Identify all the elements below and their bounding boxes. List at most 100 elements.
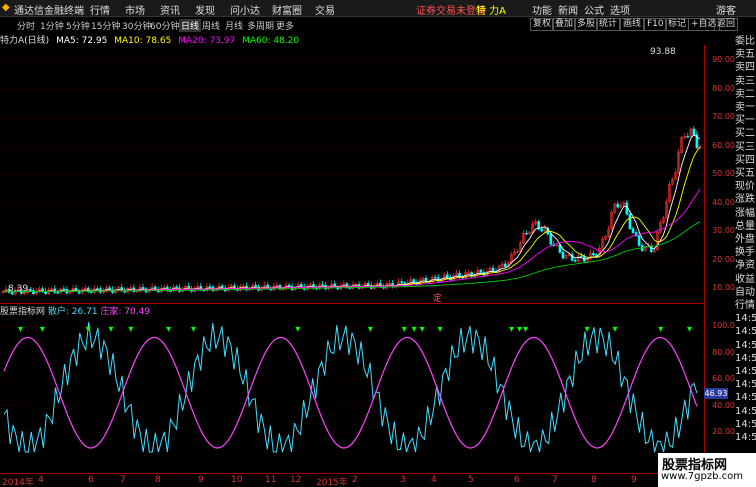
tool-back[interactable]: 返回 xyxy=(714,18,739,31)
candle xyxy=(412,279,416,283)
top-menu-bar: ◆ 通达信金融终端 行情 市场 资讯 发现 问小达 财富圈 交易 证券交易未登录… xyxy=(0,0,756,17)
candle xyxy=(579,255,583,258)
x-tick-label: 6 xyxy=(514,475,520,485)
candle xyxy=(491,267,495,272)
quote-panel-row: 14:5 xyxy=(735,432,756,443)
watermark-url: www.7gpzb.com xyxy=(661,471,743,482)
menu-formula[interactable]: 公式 xyxy=(584,2,604,17)
tf-more[interactable]: 更多 xyxy=(276,19,294,32)
quote-panel-row: 收益 xyxy=(735,273,755,285)
menu-news-right[interactable]: 新闻 xyxy=(558,2,578,17)
candle xyxy=(592,252,595,256)
x-tick-label: 2 xyxy=(352,475,358,485)
candle xyxy=(400,281,403,284)
quote-panel-row: 卖四 xyxy=(735,62,755,74)
tf-monthly[interactable]: 月线 xyxy=(225,19,243,32)
quote-panel-row: 净资 xyxy=(735,260,755,272)
tool-draw[interactable]: 画线 xyxy=(620,18,645,31)
indicator-tick-label: 80.00 xyxy=(712,347,735,357)
quote-panel-row: 14:5 xyxy=(735,418,756,430)
tf-5min[interactable]: 5分钟 xyxy=(66,19,90,32)
quote-panel-row: 行情 xyxy=(735,300,755,311)
candle xyxy=(141,287,145,290)
quote-panel-row: 14:5 xyxy=(735,352,756,364)
user-label[interactable]: 游客 xyxy=(716,2,736,17)
candle xyxy=(549,233,553,245)
menu-discover[interactable]: 发现 xyxy=(195,2,215,17)
menu-news[interactable]: 资讯 xyxy=(160,2,180,17)
x-tick-label: 6 xyxy=(88,475,94,485)
tool-adjust[interactable]: 复权 xyxy=(530,18,555,31)
indicator-tick-label: 40.00 xyxy=(712,400,735,410)
low-price-label: 8.39 xyxy=(8,284,28,294)
candle xyxy=(62,288,66,291)
menu-ask[interactable]: 问小达 xyxy=(230,2,260,17)
menu-wealth[interactable]: 财富圈 xyxy=(272,2,302,17)
tf-1min[interactable]: 1分钟 xyxy=(40,19,64,32)
price-tick-label: 40.00 xyxy=(712,197,735,207)
quote-panel-row: 涨跌 xyxy=(735,194,755,206)
tf-weekly[interactable]: 周线 xyxy=(202,19,220,32)
quote-panel-row: 卖一 xyxy=(735,102,755,113)
candle xyxy=(287,284,291,287)
quote-panel-row: 涨幅 xyxy=(735,207,755,219)
signal-arrow-icon xyxy=(295,326,301,332)
tf-intraday[interactable]: 分时 xyxy=(17,19,35,32)
menu-function[interactable]: 功能 xyxy=(532,2,552,17)
quote-panel-row: 买二 xyxy=(735,128,755,140)
marker-label: 定 xyxy=(433,292,442,303)
signal-arrow-icon xyxy=(612,326,618,332)
signal-arrow-icon xyxy=(522,326,528,332)
quote-panel-row: 卖五 xyxy=(735,49,755,61)
menu-market[interactable]: 市场 xyxy=(125,2,145,17)
quote-panel-row: 委比 xyxy=(735,36,755,47)
x-tick-label: 4 xyxy=(38,475,44,485)
x-tick-label: 10 xyxy=(231,475,243,485)
retail-line xyxy=(3,321,698,453)
signal-arrow-icon xyxy=(509,326,515,332)
tool-multi-stock[interactable]: 多股 xyxy=(574,18,599,31)
tool-stats[interactable]: 统计 xyxy=(596,18,621,31)
watermark: 股票指标网 www.7gpzb.com xyxy=(658,453,756,487)
quote-panel-row: 14:5 xyxy=(735,339,756,351)
quote-panel-row: 买三 xyxy=(735,141,755,153)
quote-panel-row: 买一 xyxy=(735,115,755,127)
candle xyxy=(525,232,528,235)
tf-15min[interactable]: 15分钟 xyxy=(91,19,120,32)
quote-panel-row: 自动 xyxy=(735,286,755,298)
price-tick-label: 60.00 xyxy=(712,140,735,150)
quote-panel-row: 14:5 xyxy=(735,313,756,325)
tf-daily[interactable]: 日线 xyxy=(179,19,202,32)
candle xyxy=(96,288,99,290)
signal-arrow-icon xyxy=(517,326,522,332)
menu-trade[interactable]: 交易 xyxy=(315,2,335,17)
candle xyxy=(616,203,620,208)
tf-multi[interactable]: 多周期 xyxy=(247,19,274,32)
price-tick-label: 90.00 xyxy=(712,55,735,64)
menu-options[interactable]: 选项 xyxy=(610,2,630,17)
price-chart[interactable]: 93.88 8.39 定 xyxy=(0,45,704,303)
candle xyxy=(89,291,93,293)
tool-overlay[interactable]: 叠加 xyxy=(552,18,577,31)
x-tick-label: 12 xyxy=(290,475,302,485)
tool-mark[interactable]: 标记 xyxy=(665,18,690,31)
timeframe-bar: 分时 1分钟 5分钟 15分钟 30分钟 60分钟 日线 周线 月线 多周期 更… xyxy=(0,17,756,33)
quote-panel-row: 买五 xyxy=(735,168,755,179)
quote-panel-row: 14:5 xyxy=(735,379,756,391)
quote-panel-row: 14:5 xyxy=(735,326,756,338)
menu-quotes[interactable]: 行情 xyxy=(90,2,110,17)
x-tick-label: 2015年 xyxy=(316,478,348,487)
candle xyxy=(503,263,507,267)
tf-60min[interactable]: 60分钟 xyxy=(150,19,179,32)
x-tick-label: 3 xyxy=(400,475,406,485)
x-tick-label: 7 xyxy=(120,475,126,485)
signal-arrow-icon xyxy=(17,326,23,332)
candle xyxy=(254,285,257,288)
signal-arrow-icon xyxy=(437,326,443,332)
ma-legend: 特力A(日线) MA5: 72.95 MA10: 78.65 MA20: 73.… xyxy=(0,33,303,46)
indicator-tick-label: 60.00 xyxy=(712,374,735,383)
tool-f10[interactable]: F10 xyxy=(644,18,667,31)
tf-30min[interactable]: 30分钟 xyxy=(122,19,151,32)
x-tick-label: 2014年 xyxy=(2,478,34,487)
indicator-chart[interactable] xyxy=(0,303,704,473)
